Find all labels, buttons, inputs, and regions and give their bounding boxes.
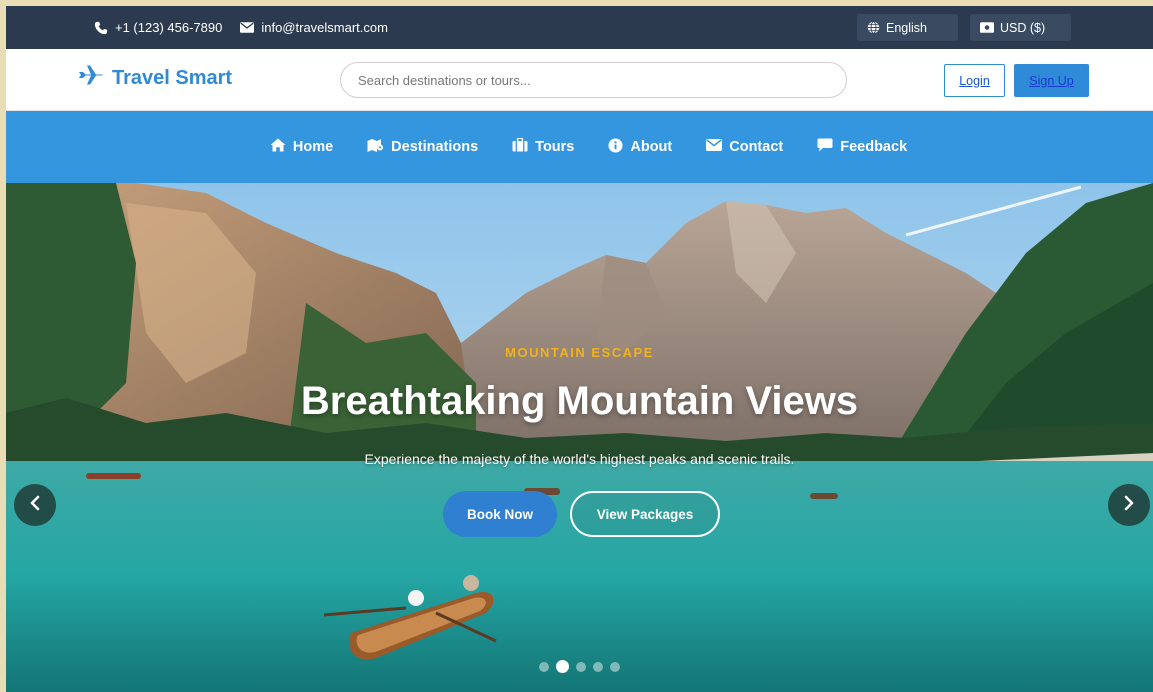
nav-item-label: Home: [292, 139, 334, 155]
hero-eyebrow: MOUNTAIN ESCAPE: [505, 345, 654, 360]
nav-item-feedback[interactable]: Feedback: [817, 138, 907, 156]
page-frame: +1 (123) 456-7890 info@travelsmart.com E…: [6, 6, 1153, 692]
email-contact[interactable]: info@travelsmart.com: [240, 20, 388, 35]
top-bar: +1 (123) 456-7890 info@travelsmart.com E…: [6, 6, 1153, 49]
currency-selector[interactable]: USD ($): [970, 14, 1071, 41]
currency-label: USD ($): [1000, 20, 1046, 35]
nav-item-label: Feedback: [840, 139, 908, 155]
chevron-right-icon: [1123, 495, 1135, 516]
plane-icon: [78, 65, 104, 91]
home-icon: [270, 138, 286, 156]
contact-info: +1 (123) 456-7890 info@travelsmart.com: [94, 6, 388, 49]
money-icon: [980, 22, 994, 33]
search-input[interactable]: [340, 62, 847, 98]
slide-dot[interactable]: [556, 660, 569, 673]
next-slide-button[interactable]: [1108, 484, 1150, 526]
nav-item-destinations[interactable]: Destinations: [367, 138, 478, 157]
nav-item-label: About: [630, 139, 673, 155]
hero-background-image: [6, 183, 1153, 692]
language-selector[interactable]: English: [857, 14, 958, 41]
nav-item-home[interactable]: Home: [270, 138, 333, 156]
language-label: English: [886, 20, 927, 35]
comment-icon: [817, 138, 833, 156]
book-now-button[interactable]: Book Now: [443, 491, 557, 537]
prev-slide-button[interactable]: [14, 484, 56, 526]
envelope-icon: [240, 22, 255, 33]
signup-button[interactable]: Sign Up: [1014, 64, 1089, 97]
globe-icon: [867, 21, 880, 34]
nav-item-label: Destinations: [391, 139, 479, 155]
nav-item-label: Contact: [729, 139, 784, 155]
suitcase-icon: [512, 137, 528, 156]
nav-item-label: Tours: [535, 139, 575, 155]
map-icon: [367, 138, 384, 157]
slide-dot[interactable]: [539, 661, 549, 672]
main-nav: Home Destinations Tours About Contact Fe…: [6, 111, 1153, 183]
info-icon: [608, 137, 623, 157]
nav-item-contact[interactable]: Contact: [706, 139, 783, 155]
site-header: Travel Smart Login Sign Up: [6, 49, 1153, 111]
nav-item-about[interactable]: About: [608, 137, 673, 157]
hero-title: Breathtaking Mountain Views: [300, 379, 859, 423]
phone-icon: [94, 21, 108, 35]
logo-text: Travel Smart: [112, 66, 233, 89]
slide-dot[interactable]: [576, 661, 586, 672]
slide-dot[interactable]: [593, 661, 603, 672]
envelope-icon: [706, 139, 723, 155]
nav-item-tours[interactable]: Tours: [512, 137, 575, 156]
email-address: info@travelsmart.com: [261, 20, 388, 35]
phone-contact[interactable]: +1 (123) 456-7890: [94, 20, 222, 35]
phone-number: +1 (123) 456-7890: [115, 20, 223, 35]
view-packages-button[interactable]: View Packages: [570, 491, 720, 537]
login-button[interactable]: Login: [944, 64, 1005, 97]
chevron-left-icon: [29, 495, 41, 516]
hero-slider: MOUNTAIN ESCAPE Breathtaking Mountain Vi…: [6, 183, 1153, 692]
slide-indicators: [539, 660, 620, 673]
hero-subtitle: Experience the majesty of the world's hi…: [364, 451, 795, 467]
site-logo[interactable]: Travel Smart: [78, 65, 232, 91]
slide-dot[interactable]: [610, 661, 620, 672]
